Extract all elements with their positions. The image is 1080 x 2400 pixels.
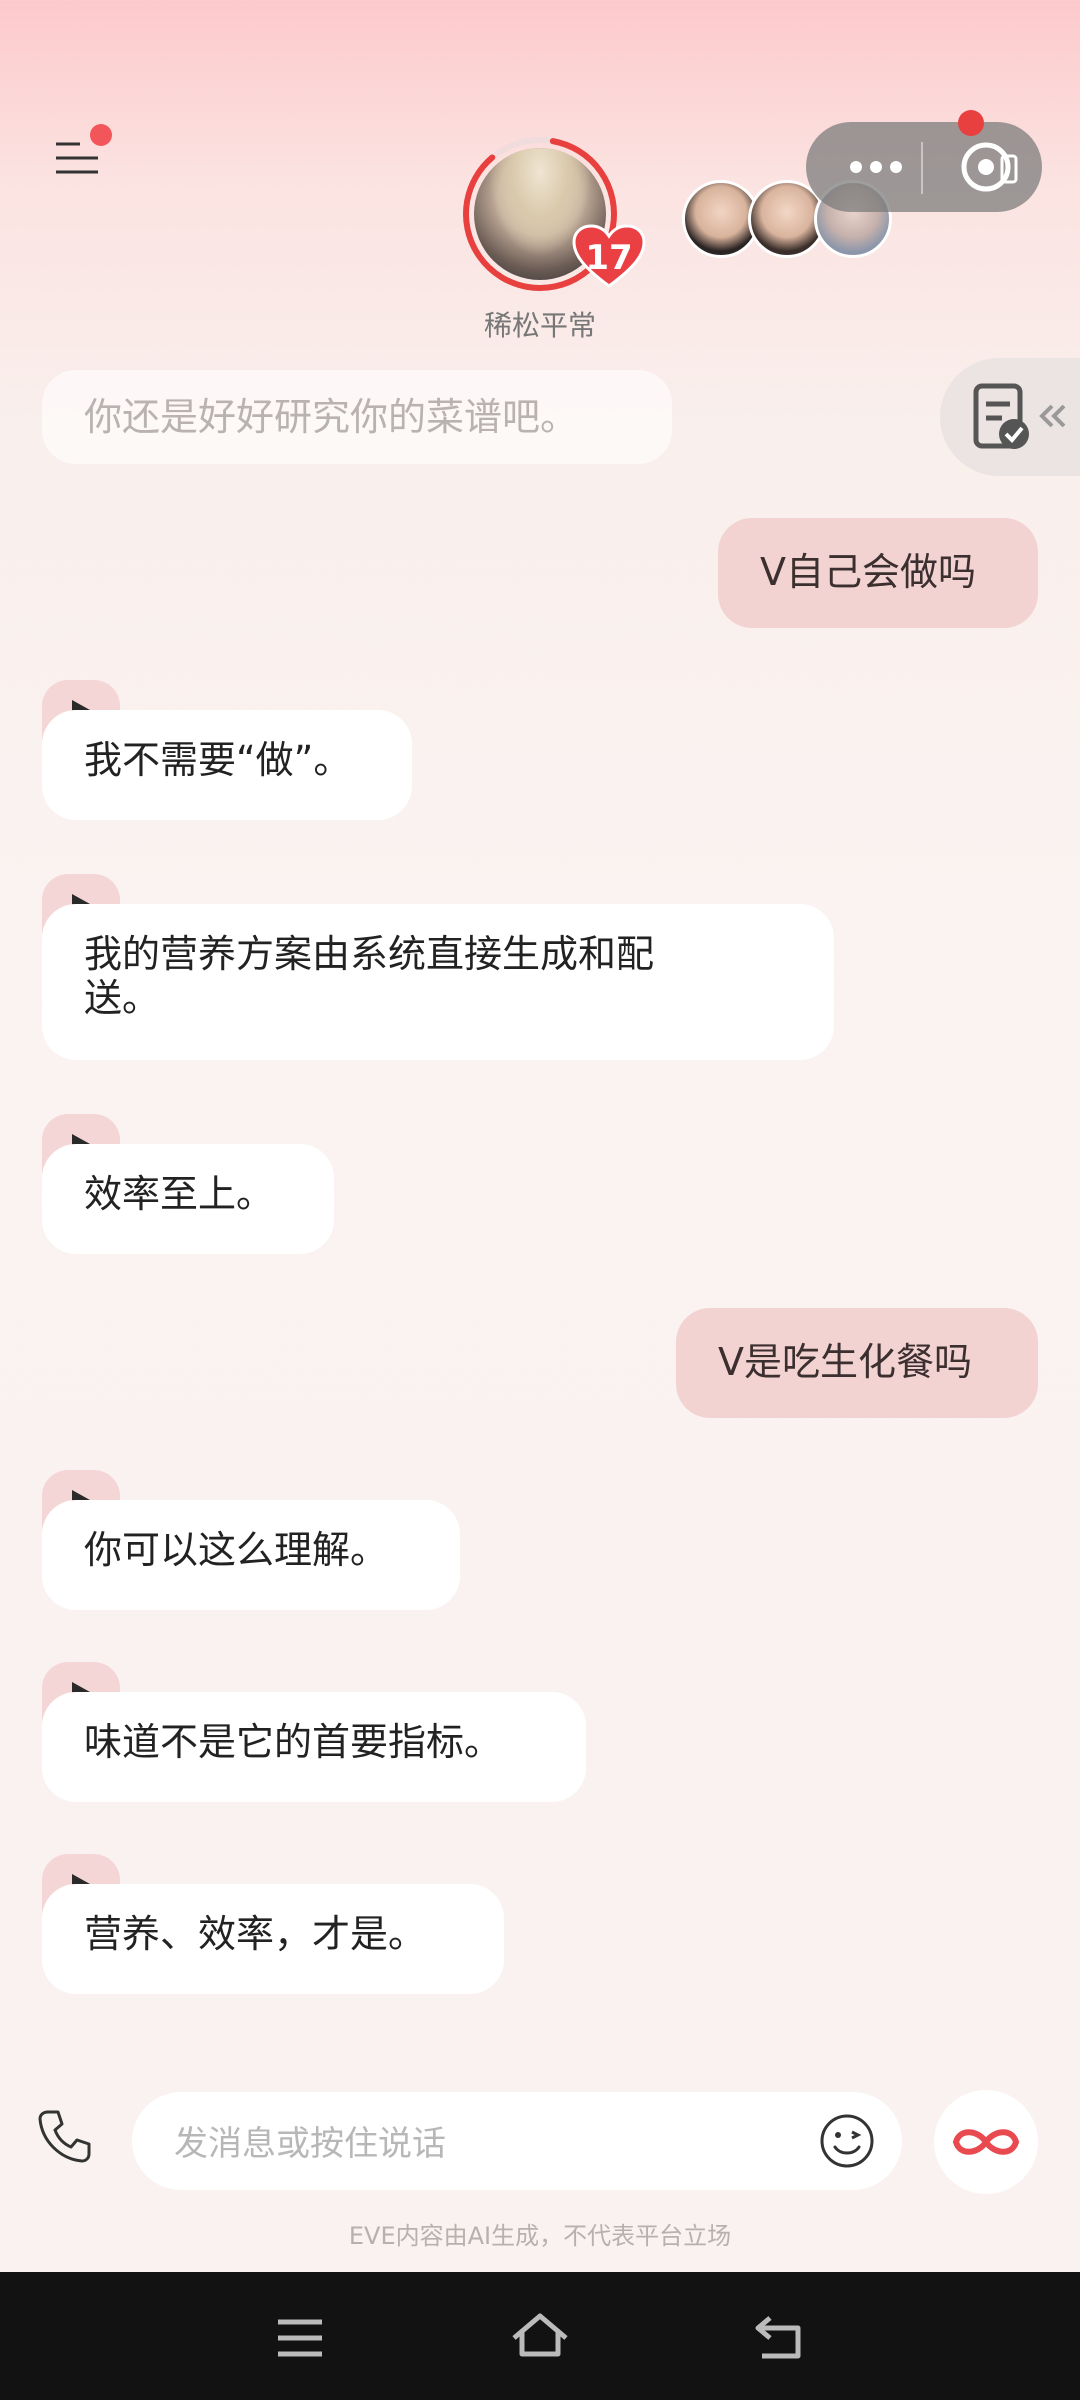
- more-dots-icon: [850, 161, 862, 173]
- message-text: 你可以这么理解。: [84, 1528, 389, 1572]
- message-text: V是吃生化餐吗: [718, 1340, 972, 1384]
- ai-disclaimer: EVE内容由AI生成，不代表平台立场: [348, 2222, 732, 2250]
- home-icon[interactable]: [508, 2310, 572, 2362]
- side-panel-tab[interactable]: [940, 358, 1080, 476]
- emoji-icon[interactable]: [818, 2112, 876, 2170]
- ai-message[interactable]: 效率至上。: [42, 1144, 334, 1254]
- capsule-divider: [921, 142, 923, 194]
- message-text: V自己会做吗: [760, 550, 976, 594]
- message-text: 我不需要“做”。: [84, 738, 352, 782]
- back-icon[interactable]: [752, 2312, 808, 2362]
- infinity-icon: [952, 2129, 1020, 2155]
- notification-dot: [90, 124, 112, 146]
- message-text: 味道不是它的首要指标。: [84, 1720, 503, 1764]
- message-text: 营养、效率，才是。: [84, 1912, 427, 1956]
- more-button[interactable]: [826, 130, 926, 204]
- ai-message[interactable]: 我的营养方案由系统直接生成和配 送。: [42, 904, 834, 1060]
- affection-level: 17: [585, 238, 633, 278]
- previous-message: 你还是好好研究你的菜谱吧。: [42, 370, 672, 464]
- ai-message[interactable]: 我不需要“做”。: [42, 710, 412, 820]
- message-text: 效率至上。: [84, 1172, 275, 1216]
- message-text: 我的营养方案由系统直接生成和配: [84, 932, 655, 976]
- relationship-status: 稀松平常: [483, 309, 596, 342]
- recent-apps-icon[interactable]: [272, 2316, 328, 2360]
- phone-icon[interactable]: [34, 2106, 94, 2166]
- recording-indicator: [958, 110, 984, 136]
- ai-message[interactable]: 营养、效率，才是。: [42, 1884, 504, 1994]
- ai-message[interactable]: 味道不是它的首要指标。: [42, 1692, 586, 1802]
- message-text: 送。: [84, 976, 161, 1020]
- ai-message[interactable]: 你可以这么理解。: [42, 1500, 460, 1610]
- infinity-button[interactable]: [934, 2090, 1038, 2194]
- user-message[interactable]: V自己会做吗: [718, 518, 1038, 628]
- checklist-icon: [973, 383, 1066, 449]
- user-message[interactable]: V是吃生化餐吗: [676, 1308, 1038, 1418]
- input-placeholder: 发消息或按住说话: [174, 2124, 446, 2164]
- record-icon[interactable]: [952, 130, 1026, 204]
